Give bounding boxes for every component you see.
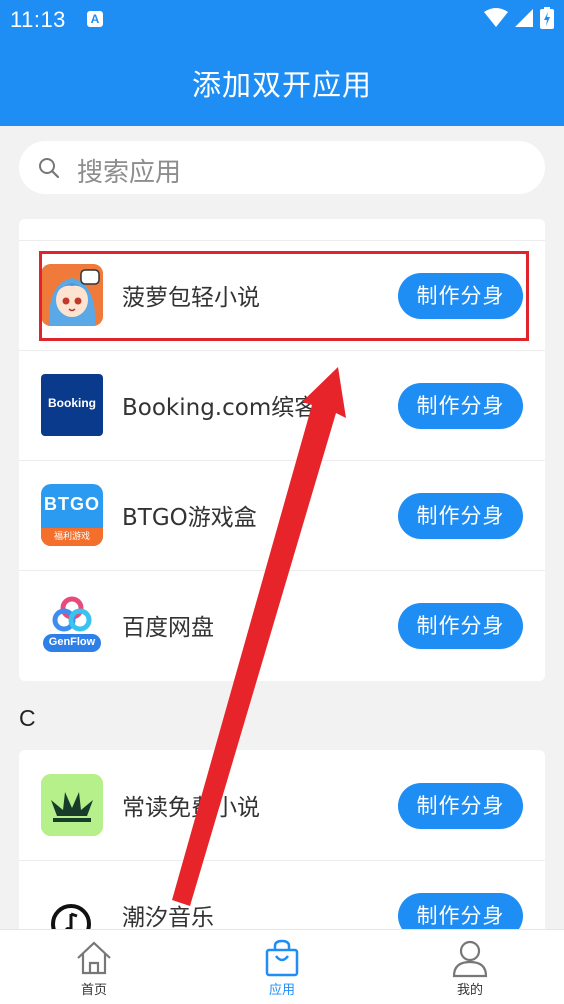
btgo-icon-text: BTGO: [44, 494, 100, 514]
notification-icon: A: [87, 11, 103, 27]
tab-profile[interactable]: 我的: [410, 930, 530, 1004]
app-header: 添加双开应用: [0, 40, 564, 126]
app-name: 百度网盘: [122, 615, 214, 641]
tab-label: 应用: [268, 983, 295, 998]
search-placeholder: 搜索应用: [77, 158, 182, 188]
list-item[interactable]: Booking Booking.com缤客 制作分身: [19, 350, 545, 460]
app-name: 常读免费小说: [122, 795, 260, 821]
signal-icon: [515, 9, 533, 27]
list-item[interactable]: 潮汐音乐 制作分身: [19, 860, 545, 929]
app-name: 潮汐音乐: [122, 905, 214, 929]
chaoxi-music-icon: [41, 884, 103, 929]
status-time: 11:13: [10, 7, 66, 32]
tab-label: 我的: [456, 983, 483, 998]
baidu-netdisk-icon-text: GenFlow: [48, 636, 96, 648]
shopping-bag-icon: [265, 939, 299, 977]
search-icon: [39, 158, 60, 179]
changdu-icon: [41, 774, 103, 836]
list-item[interactable]: GenFlow 百度网盘 制作分身: [19, 570, 545, 680]
section-header-c: C: [19, 705, 36, 731]
make-clone-button[interactable]: 制作分身: [398, 893, 523, 929]
divider: [19, 570, 545, 571]
highlight-box: [39, 251, 529, 341]
page-title: 添加双开应用: [191, 68, 372, 102]
list-item[interactable]: 常读免费小说 制作分身: [19, 750, 545, 860]
divider: [19, 240, 545, 241]
btgo-icon: BTGO 福利游戏: [41, 484, 103, 546]
list-item[interactable]: BTGO 福利游戏 BTGO游戏盒 制作分身: [19, 460, 545, 570]
home-icon: [77, 941, 111, 975]
user-icon: [452, 940, 488, 978]
make-clone-button[interactable]: 制作分身: [398, 493, 523, 539]
make-clone-button[interactable]: 制作分身: [398, 603, 523, 649]
make-clone-button[interactable]: 制作分身: [398, 783, 523, 829]
tab-home[interactable]: 首页: [34, 930, 154, 1004]
battery-icon: [540, 7, 554, 29]
baidu-netdisk-icon: GenFlow: [41, 594, 103, 656]
status-bar: 11:13 A: [0, 0, 564, 40]
tab-label: 首页: [80, 983, 107, 998]
app-list-c: 常读免费小说 制作分身 潮汐音乐 制作分身: [19, 750, 545, 929]
divider: [19, 460, 545, 461]
wifi-icon: [484, 8, 508, 27]
search-input[interactable]: 搜索应用: [19, 141, 545, 194]
make-clone-button[interactable]: 制作分身: [398, 383, 523, 429]
booking-icon: Booking: [41, 374, 103, 436]
bottom-tab-bar: 首页 应用 我的: [0, 929, 564, 1004]
btgo-icon-subtext: 福利游戏: [41, 528, 103, 546]
booking-icon-text: Booking: [48, 396, 96, 410]
divider: [19, 860, 545, 861]
app-name: Booking.com缤客: [122, 395, 318, 421]
system-icons: [484, 7, 554, 29]
tab-apps[interactable]: 应用: [222, 930, 342, 1004]
app-name: BTGO游戏盒: [122, 505, 257, 531]
divider: [19, 350, 545, 351]
